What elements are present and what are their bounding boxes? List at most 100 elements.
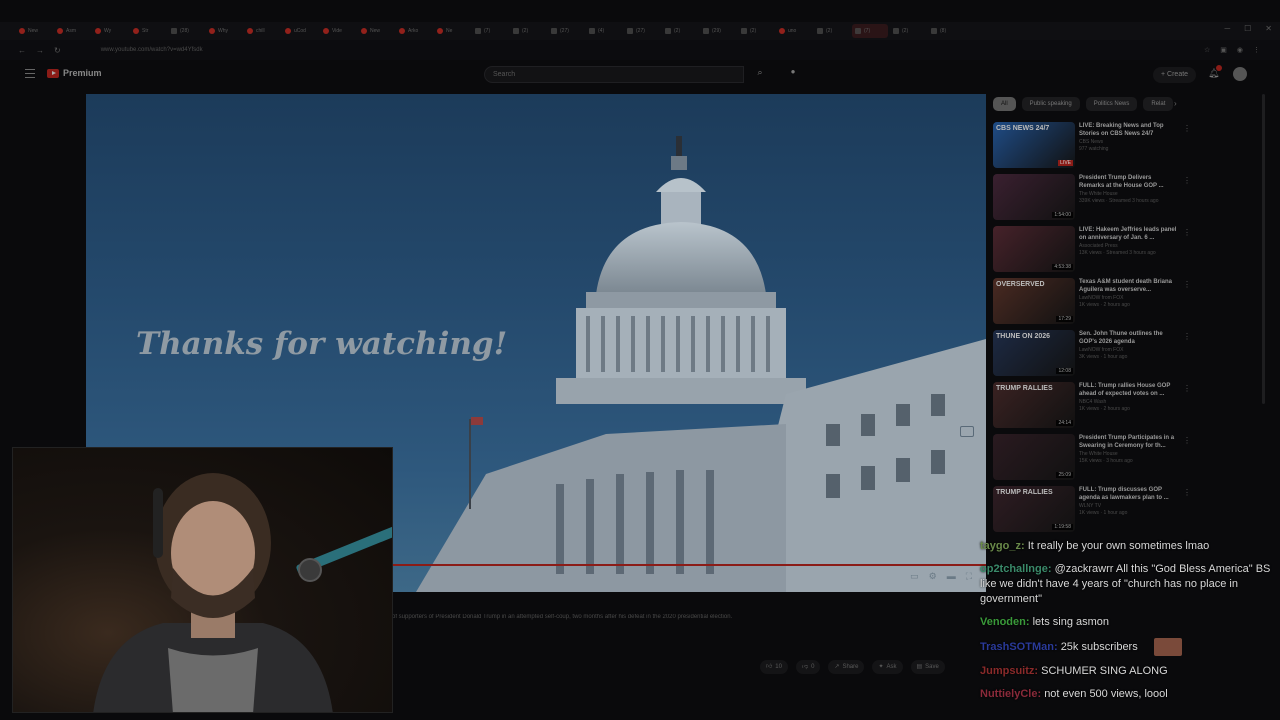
video-thumbnail[interactable]: TRUMP RALLIES 1:19:58 xyxy=(993,486,1075,532)
youtube-logo[interactable]: Premium xyxy=(47,68,102,78)
browser-tab[interactable]: (7) xyxy=(472,24,508,38)
recommendation-title[interactable]: LIVE: Hakeem Jeffries leads panel on ann… xyxy=(1079,227,1177,242)
recommendation-title[interactable]: FULL: Trump rallies House GOP ahead of e… xyxy=(1079,383,1177,398)
video-thumbnail[interactable]: 1:54:00 xyxy=(993,174,1075,220)
browser-tab[interactable]: (27) xyxy=(624,24,660,38)
subtitles-icon[interactable]: ▭ xyxy=(910,571,919,582)
fullscreen-icon[interactable]: ⛶ xyxy=(966,571,972,582)
video-thumbnail[interactable]: 25:09 xyxy=(993,434,1075,480)
more-options-icon[interactable]: ⋮ xyxy=(1183,228,1191,237)
video-thumbnail[interactable]: 4:53:38 xyxy=(993,226,1075,272)
browser-tab[interactable]: uno xyxy=(776,24,812,38)
recommendation-title[interactable]: Texas A&M student death Briana Aguilera … xyxy=(1079,279,1177,294)
browser-tab[interactable]: (28) xyxy=(168,24,204,38)
video-thumbnail[interactable]: OVERSERVED 17:29 xyxy=(993,278,1075,324)
recommendation-title[interactable]: LIVE: Breaking News and Top Stories on C… xyxy=(1079,123,1177,138)
chat-username[interactable]: TrashSOTMan: xyxy=(980,641,1058,653)
like-button[interactable]: 👍︎ 10 xyxy=(760,660,788,674)
profile-icon[interactable]: ◉ xyxy=(1237,46,1243,54)
theater-icon[interactable]: ▬ xyxy=(947,571,956,582)
hamburger-menu-icon[interactable] xyxy=(25,69,35,78)
chevron-right-icon[interactable]: › xyxy=(1174,99,1177,108)
video-thumbnail[interactable]: TRUMP RALLIES 24:14 xyxy=(993,382,1075,428)
more-options-icon[interactable]: ⋮ xyxy=(1183,124,1191,133)
browser-tab[interactable]: Vide xyxy=(320,24,356,38)
recommendation-title[interactable]: FULL: Trump discusses GOP agenda as lawm… xyxy=(1079,487,1177,502)
recommendation-item[interactable]: TRUMP RALLIES 24:14 FULL: Trump rallies Ho… xyxy=(993,382,1193,434)
recommendation-item[interactable]: 1:54:00 President Trump Delivers Remarks … xyxy=(993,174,1193,226)
browser-tab[interactable]: (27) xyxy=(548,24,584,38)
bookmark-icon[interactable]: ☆ xyxy=(1204,46,1210,54)
chip-all[interactable]: All xyxy=(993,97,1016,111)
browser-tab[interactable]: Wy xyxy=(92,24,128,38)
browser-tab[interactable]: Asm xyxy=(54,24,90,38)
recommendation-item[interactable]: TRUMP RALLIES 1:19:58 FULL: Trump discusse… xyxy=(993,486,1193,538)
more-options-icon[interactable]: ⋮ xyxy=(1183,488,1191,497)
chat-username[interactable]: taygo_z: xyxy=(980,540,1025,552)
chip-related[interactable]: Relat xyxy=(1143,97,1174,111)
recommendation-item[interactable]: CBS NEWS 24/7 LIVE LIVE: Breaking News and… xyxy=(993,122,1193,174)
settings-icon[interactable]: ⚙ xyxy=(929,571,937,582)
browser-tab[interactable]: New xyxy=(16,24,52,38)
chat-username[interactable]: op2tchallnge: xyxy=(980,563,1052,575)
chat-username[interactable]: Venoden: xyxy=(980,616,1030,628)
microphone-icon[interactable]: ● xyxy=(786,67,800,82)
more-options-icon[interactable]: ⋮ xyxy=(1183,384,1191,393)
browser-tab[interactable]: (2) xyxy=(738,24,774,38)
recommendation-title[interactable]: President Trump Delivers Remarks at the … xyxy=(1079,175,1177,190)
recommendation-item[interactable]: 25:09 President Trump Participates in a S… xyxy=(993,434,1193,486)
browser-tab[interactable]: (8) xyxy=(928,24,964,38)
share-button[interactable]: ↗ Share xyxy=(828,660,865,674)
browser-tab[interactable]: New xyxy=(358,24,394,38)
scrollbar[interactable] xyxy=(1262,94,1265,404)
reload-icon[interactable]: ↻ xyxy=(54,46,61,55)
progress-bar[interactable] xyxy=(392,564,986,566)
create-button[interactable]: + Create xyxy=(1153,67,1197,83)
forward-icon[interactable]: → xyxy=(36,46,44,55)
browser-tab[interactable]: (2) xyxy=(814,24,850,38)
browser-tab[interactable]: Arko xyxy=(396,24,432,38)
browser-tab[interactable]: (29) xyxy=(700,24,736,38)
extensions-icon[interactable]: ▣ xyxy=(1220,46,1227,54)
browser-menu-icon[interactable]: ⋮ xyxy=(1253,46,1260,54)
chat-username[interactable]: Jumpsuitz: xyxy=(980,665,1038,677)
chip-politics-news[interactable]: Politics News xyxy=(1085,97,1138,111)
back-icon[interactable]: ← xyxy=(18,46,26,55)
browser-tab[interactable]: Str xyxy=(130,24,166,38)
browser-tab[interactable]: chill xyxy=(244,24,280,38)
dislike-button[interactable]: 👎︎ 0 xyxy=(795,660,821,674)
more-options-icon[interactable]: ⋮ xyxy=(1183,280,1191,289)
tab-title: (7) xyxy=(484,28,491,34)
miniplayer-icon[interactable] xyxy=(960,426,974,437)
more-options-icon[interactable]: ⋮ xyxy=(1183,332,1191,341)
recommendation-item[interactable]: THUNE ON 2026 12:08 Sen. John Thune outlin… xyxy=(993,330,1193,382)
recommendation-item[interactable]: 4:53:38 LIVE: Hakeem Jeffries leads panel… xyxy=(993,226,1193,278)
chat-username[interactable]: NuttielyCle: xyxy=(980,688,1041,700)
more-options-icon[interactable]: ⋮ xyxy=(1183,436,1191,445)
browser-tab[interactable]: (2) xyxy=(662,24,698,38)
maximize-icon[interactable]: ☐ xyxy=(1244,24,1251,33)
more-options-icon[interactable]: ⋮ xyxy=(1183,176,1191,185)
browser-tab[interactable]: (7) xyxy=(852,24,888,38)
search-input[interactable]: Search xyxy=(484,66,744,83)
browser-tab[interactable]: (2) xyxy=(510,24,546,38)
video-thumbnail[interactable]: CBS NEWS 24/7 LIVE xyxy=(993,122,1075,168)
minimize-icon[interactable]: ─ xyxy=(1224,24,1230,33)
browser-tab[interactable]: uCod xyxy=(282,24,318,38)
tab-title: New xyxy=(28,28,39,34)
chip-public-speaking[interactable]: Public speaking xyxy=(1021,97,1080,111)
browser-tab[interactable]: Ne xyxy=(434,24,470,38)
recommendation-title[interactable]: Sen. John Thune outlines the GOP's 2026 … xyxy=(1079,331,1177,346)
ask-button[interactable]: ✦ Ask xyxy=(872,660,903,674)
save-button[interactable]: ▤ Save xyxy=(910,660,945,674)
url-field[interactable]: www.youtube.com/watch?v=wd4Yfsdk xyxy=(101,47,203,53)
close-icon[interactable]: ✕ xyxy=(1265,24,1272,33)
recommendation-title[interactable]: President Trump Participates in a Sweari… xyxy=(1079,435,1177,450)
browser-tab[interactable]: (2) xyxy=(890,24,926,38)
video-thumbnail[interactable]: THUNE ON 2026 12:08 xyxy=(993,330,1075,376)
browser-tab[interactable]: Why xyxy=(206,24,242,38)
account-avatar[interactable] xyxy=(1233,67,1247,81)
recommendation-item[interactable]: OVERSERVED 17:29 Texas A&M student death B… xyxy=(993,278,1193,330)
search-icon[interactable]: ⌕ xyxy=(748,67,772,82)
browser-tab[interactable]: (4) xyxy=(586,24,622,38)
